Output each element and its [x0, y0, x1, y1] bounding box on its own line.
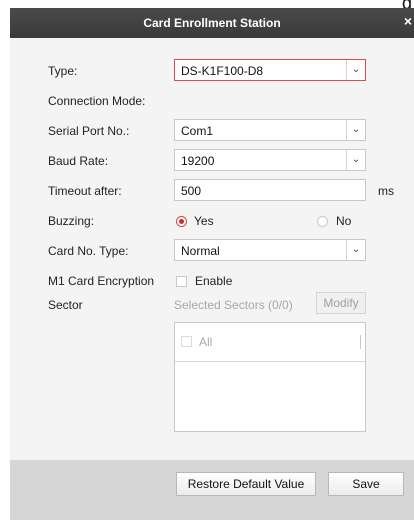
chevron-down-icon[interactable]: ⌄ — [346, 60, 365, 80]
buzzing-yes-label: Yes — [194, 214, 214, 228]
buzzing-no-label: No — [336, 214, 352, 228]
chevron-down-icon[interactable]: ⌄ — [346, 150, 365, 170]
select-all-checkbox[interactable] — [181, 336, 192, 347]
timeout-label: Timeout after: — [48, 184, 122, 198]
baud-rate-value: 19200 — [181, 154, 215, 168]
type-label: Type: — [48, 64, 78, 78]
modify-button[interactable]: Modify — [316, 292, 366, 314]
column-divider — [360, 335, 361, 349]
buzzing-label: Buzzing: — [48, 214, 95, 228]
select-all-label: All — [199, 335, 213, 349]
connection-mode-label: Connection Mode: — [48, 94, 146, 108]
card-no-type-select[interactable]: Normal ⌄ — [174, 239, 366, 261]
m1-encryption-option: Enable — [195, 274, 233, 288]
baud-rate-label: Baud Rate: — [48, 154, 109, 168]
dialog-titlebar: Card Enrollment Station × — [10, 8, 414, 38]
timeout-value: 500 — [181, 184, 202, 198]
restore-default-button[interactable]: Restore Default Value — [176, 472, 316, 496]
card-no-type-value: Normal — [181, 244, 220, 258]
chevron-down-icon[interactable]: ⌄ — [346, 240, 365, 260]
baud-rate-select[interactable]: 19200 ⌄ — [174, 149, 366, 171]
sector-list-header: All — [175, 323, 365, 362]
chevron-down-icon[interactable]: ⌄ — [346, 120, 365, 140]
serial-port-label: Serial Port No.: — [48, 124, 130, 138]
timeout-unit: ms — [378, 184, 394, 198]
buzzing-yes-radio[interactable] — [176, 216, 187, 227]
m1-encryption-checkbox[interactable] — [176, 276, 187, 287]
m1-encryption-label: M1 Card Encryption — [48, 274, 155, 288]
buzzing-no-radio[interactable] — [317, 216, 328, 227]
close-icon[interactable]: × — [404, 14, 412, 28]
save-button[interactable]: Save — [328, 472, 404, 496]
card-enrollment-dialog: Card Enrollment Station × Type: DS-K1F10… — [10, 8, 414, 520]
timeout-input[interactable]: 500 — [174, 179, 366, 201]
sector-list[interactable]: All — [174, 322, 366, 432]
card-no-type-label: Card No. Type: — [48, 244, 129, 258]
selected-sectors-text: Selected Sectors (0/0) — [174, 298, 293, 312]
serial-port-select[interactable]: Com1 ⌄ — [174, 119, 366, 141]
type-select[interactable]: DS-K1F100-D8 ⌄ — [174, 59, 366, 81]
dialog-footer: Restore Default Value Save — [10, 461, 414, 520]
dialog-title: Card Enrollment Station — [143, 16, 281, 30]
serial-port-value: Com1 — [181, 124, 214, 138]
type-value: DS-K1F100-D8 — [181, 64, 264, 78]
sector-label: Sector — [48, 298, 83, 312]
